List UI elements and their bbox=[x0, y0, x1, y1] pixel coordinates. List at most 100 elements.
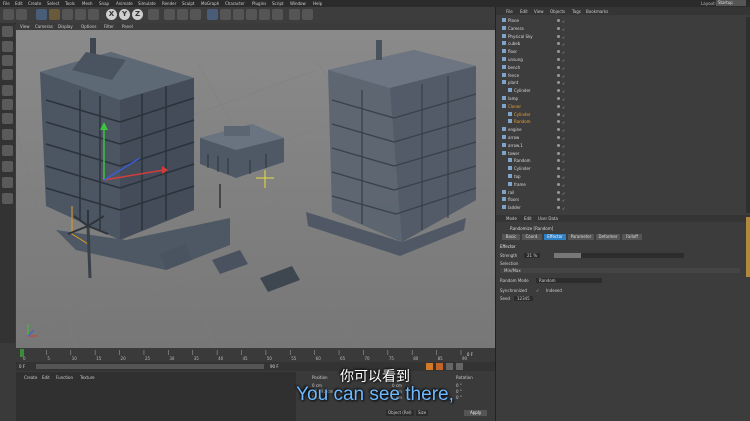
z-axis-lock-button[interactable]: Z bbox=[132, 9, 143, 20]
coordinate-size-select[interactable]: Size bbox=[416, 410, 429, 416]
object-row[interactable]: unsung ✓ bbox=[496, 56, 741, 63]
texture-mode-icon[interactable] bbox=[2, 55, 13, 66]
tab-parameter[interactable]: Parameter bbox=[568, 234, 594, 240]
snapping-icon[interactable] bbox=[2, 161, 13, 172]
am-menu-edit[interactable]: Edit bbox=[524, 216, 532, 222]
minmax-group[interactable] bbox=[500, 268, 740, 273]
visibility-dot-icon[interactable] bbox=[557, 58, 560, 61]
enable-check-icon[interactable]: ✓ bbox=[562, 119, 565, 125]
coordinate-mode-select[interactable]: Object (Rel) bbox=[386, 410, 414, 416]
visibility-dot-icon[interactable] bbox=[557, 120, 560, 124]
visibility-dot-icon[interactable] bbox=[557, 198, 560, 202]
visibility-dot-icon[interactable] bbox=[557, 42, 560, 46]
tab-effector[interactable]: Effector bbox=[544, 234, 566, 240]
visibility-dot-icon[interactable] bbox=[557, 26, 560, 30]
render-settings-icon[interactable] bbox=[190, 9, 201, 20]
enable-check-icon[interactable]: ✓ bbox=[562, 104, 565, 110]
enable-check-icon[interactable]: ✓ bbox=[562, 88, 565, 94]
menu-sculpt[interactable]: Sculpt bbox=[182, 1, 195, 6]
light-icon[interactable] bbox=[302, 9, 313, 20]
random-mode-select[interactable]: Random bbox=[536, 278, 602, 283]
enable-check-icon[interactable]: ✓ bbox=[562, 205, 565, 211]
om-menu-bookmarks[interactable]: Bookmarks bbox=[586, 9, 608, 14]
workplane-icon[interactable] bbox=[2, 69, 13, 80]
layout-select[interactable]: Startup bbox=[716, 0, 746, 6]
floor-icon[interactable] bbox=[272, 9, 283, 20]
enable-check-icon[interactable]: ✓ bbox=[562, 151, 565, 157]
strength-field[interactable]: 21 % bbox=[524, 253, 541, 258]
viewport-menu-display[interactable]: Display bbox=[58, 24, 73, 29]
object-row[interactable]: cubeb ✓ bbox=[496, 40, 741, 47]
object-row[interactable]: floor ✓ bbox=[496, 48, 741, 55]
coordinate-system-icon[interactable] bbox=[148, 9, 159, 20]
visibility-dot-icon[interactable] bbox=[557, 89, 560, 93]
am-menu-user-data[interactable]: User Data bbox=[538, 216, 558, 222]
menu-select[interactable]: Select bbox=[47, 1, 59, 6]
visibility-dot-icon[interactable] bbox=[557, 143, 560, 147]
menu-help[interactable]: Help bbox=[313, 1, 322, 6]
object-row[interactable]: fence ✓ bbox=[496, 72, 741, 79]
enable-check-icon[interactable]: ✓ bbox=[562, 18, 565, 24]
undo-icon[interactable] bbox=[3, 9, 14, 20]
enable-axis-icon[interactable] bbox=[2, 129, 13, 140]
object-manager-scrollbar[interactable] bbox=[746, 17, 750, 213]
rotate-icon[interactable] bbox=[75, 9, 86, 20]
pen-spline-icon[interactable] bbox=[220, 9, 231, 20]
scale-icon[interactable] bbox=[62, 9, 73, 20]
object-row[interactable]: tower ✓ bbox=[496, 150, 741, 157]
object-row[interactable]: Physical Sky ✓ bbox=[496, 33, 741, 40]
visibility-dot-icon[interactable] bbox=[557, 104, 560, 108]
camera-icon[interactable] bbox=[289, 9, 300, 20]
om-menu-edit[interactable]: Edit bbox=[520, 9, 528, 14]
object-row[interactable]: Cloner ✓ bbox=[496, 103, 741, 110]
3d-viewport[interactable]: View Cameras Display Options Filter Pane… bbox=[16, 23, 495, 348]
move-icon[interactable] bbox=[49, 9, 60, 20]
visibility-dot-icon[interactable] bbox=[557, 159, 560, 163]
visibility-dot-icon[interactable] bbox=[557, 97, 560, 100]
tab-falloff[interactable]: Falloff bbox=[622, 234, 642, 240]
object-row[interactable]: Camera ✓ bbox=[496, 25, 741, 32]
viewport-menu-panel[interactable]: Panel bbox=[122, 24, 133, 29]
om-menu-view[interactable]: View bbox=[534, 9, 544, 14]
object-row[interactable]: Plane ✓ bbox=[496, 17, 741, 24]
enable-check-icon[interactable]: ✓ bbox=[562, 26, 565, 32]
object-row[interactable]: Random ✓ bbox=[496, 118, 741, 125]
bend-deformer-icon[interactable] bbox=[259, 9, 270, 20]
live-select-icon[interactable] bbox=[36, 9, 47, 20]
attribute-side-tab[interactable] bbox=[746, 217, 750, 277]
visibility-dot-icon[interactable] bbox=[557, 175, 560, 178]
enable-check-icon[interactable]: ✓ bbox=[562, 73, 565, 79]
array-icon[interactable] bbox=[246, 9, 257, 20]
y-axis-lock-button[interactable]: Y bbox=[119, 9, 130, 20]
viewport-menu-options[interactable]: Options bbox=[81, 24, 96, 29]
make-editable-icon[interactable] bbox=[2, 26, 13, 37]
menu-snap[interactable]: Snap bbox=[99, 1, 109, 6]
x-axis-lock-button[interactable]: X bbox=[106, 9, 117, 20]
enable-check-icon[interactable]: ✓ bbox=[562, 49, 565, 55]
enable-check-icon[interactable]: ✓ bbox=[562, 158, 565, 164]
visibility-dot-icon[interactable] bbox=[557, 151, 560, 155]
visibility-dot-icon[interactable] bbox=[557, 81, 560, 85]
visibility-dot-icon[interactable] bbox=[557, 136, 560, 139]
menu-animate[interactable]: Animate bbox=[116, 1, 133, 6]
am-menu-mode[interactable]: Mode bbox=[506, 216, 517, 222]
object-row[interactable]: top ✓ bbox=[496, 173, 741, 180]
points-mode-icon[interactable] bbox=[2, 85, 13, 96]
visibility-dot-icon[interactable] bbox=[557, 34, 560, 38]
enable-check-icon[interactable]: ✓ bbox=[562, 34, 565, 40]
cube-primitive-icon[interactable] bbox=[207, 9, 218, 20]
tab-deformer[interactable]: Deformer bbox=[596, 234, 620, 240]
object-row[interactable]: rail ✓ bbox=[496, 189, 741, 196]
enable-check-icon[interactable]: ✓ bbox=[562, 112, 565, 118]
edges-mode-icon[interactable] bbox=[2, 99, 13, 110]
object-row[interactable]: frame ✓ bbox=[496, 181, 741, 188]
menu-tools[interactable]: Tools bbox=[65, 1, 75, 6]
planar-workplane-icon[interactable] bbox=[2, 193, 13, 204]
object-row[interactable]: engine ✓ bbox=[496, 126, 741, 133]
playhead[interactable] bbox=[20, 349, 24, 357]
enable-check-icon[interactable]: ✓ bbox=[562, 190, 565, 196]
viewport-menu-cameras[interactable]: Cameras bbox=[35, 24, 53, 29]
viewport-menu-view[interactable]: View bbox=[20, 24, 30, 29]
strength-slider[interactable] bbox=[554, 253, 684, 258]
object-row[interactable]: ladder ✓ bbox=[496, 204, 741, 211]
